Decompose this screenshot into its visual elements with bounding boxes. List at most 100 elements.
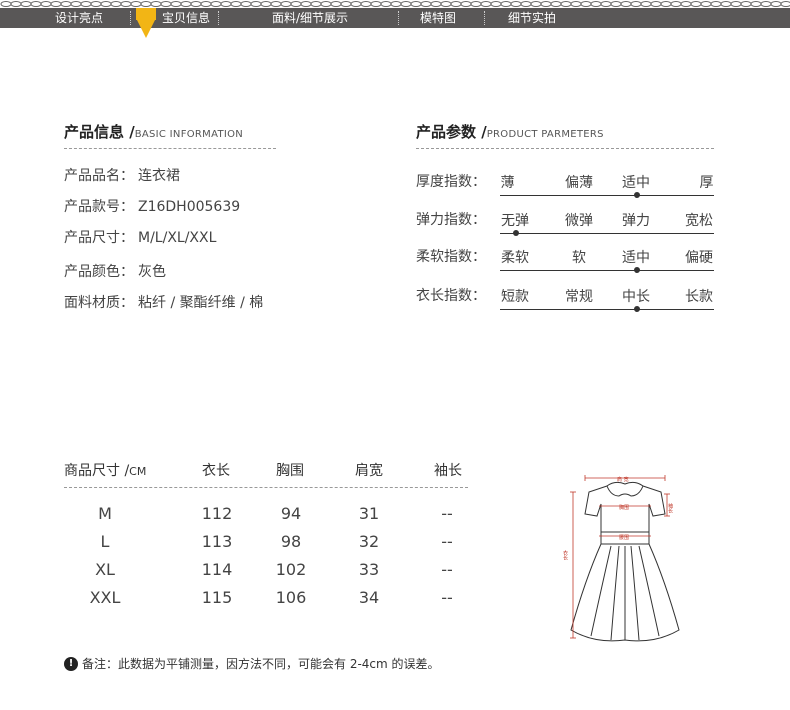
chain-link [770, 1, 782, 7]
chain-link [620, 1, 632, 7]
chain-link [630, 1, 642, 7]
chain-link [180, 1, 192, 7]
chain-link [610, 1, 622, 7]
size-value: 32 [358, 532, 380, 551]
param-label: 衣长指数： [416, 288, 486, 304]
chain-link [440, 1, 452, 7]
chain-link [740, 1, 752, 7]
param-scale-line [500, 270, 714, 271]
col-header-shoulder: 肩宽 [355, 463, 383, 479]
product-params-title: 产品参数 /PRODUCT PARMETERS [416, 123, 604, 141]
chain-link [660, 1, 672, 7]
chain-link [30, 1, 42, 7]
chain-link [730, 1, 742, 7]
size-value: 31 [358, 504, 380, 523]
nav-item-model[interactable]: 模特图 [420, 8, 456, 28]
chain-link [480, 1, 492, 7]
nav-item-product-info[interactable]: 宝贝信息 [162, 8, 210, 28]
param-option: 常规 [565, 289, 593, 305]
info-row-color: 产品颜色： 灰色 [64, 264, 166, 280]
param-scale-line [500, 195, 714, 196]
info-row-size: 产品尺寸： M/L/XL/XXL [64, 230, 217, 246]
chain-link [690, 1, 702, 7]
divider [64, 148, 276, 149]
chain-link [60, 1, 72, 7]
chain-link [0, 1, 12, 7]
chain-link [130, 1, 142, 7]
param-scale-line [500, 309, 714, 310]
nav-item-detail-photos[interactable]: 细节实拍 [508, 8, 556, 28]
chain-link [510, 1, 522, 7]
param-option: 长款 [685, 289, 713, 305]
param-option: 柔软 [501, 250, 529, 266]
size-value: 102 [275, 560, 307, 579]
param-selected-dot [634, 192, 640, 198]
chain-link [210, 1, 222, 7]
param-option: 弹力 [622, 213, 650, 229]
chain-link [430, 1, 442, 7]
chain-link [290, 1, 302, 7]
chain-link [520, 1, 532, 7]
size-value: 112 [201, 504, 233, 523]
chain-link [340, 1, 352, 7]
shoulder-label: 肩 宽 [617, 476, 629, 483]
chain-link [460, 1, 472, 7]
param-option: 偏薄 [565, 175, 593, 191]
param-option: 薄 [500, 175, 515, 191]
nav-item-design[interactable]: 设计亮点 [55, 8, 103, 28]
chain-link [170, 1, 182, 7]
chain-link [670, 1, 682, 7]
chain-link [580, 1, 592, 7]
chain-link [320, 1, 332, 7]
chain-link [650, 1, 662, 7]
size-label: XL [95, 560, 115, 579]
chain-link [250, 1, 262, 7]
chain-link [260, 1, 272, 7]
chain-link [350, 1, 362, 7]
chain-link [100, 1, 112, 7]
chain-border [0, 1, 790, 7]
chain-link [780, 1, 790, 7]
chain-link [370, 1, 382, 7]
chain-link [330, 1, 342, 7]
chain-link [680, 1, 692, 7]
chain-link [50, 1, 62, 7]
size-value: -- [441, 504, 453, 523]
chain-link [710, 1, 722, 7]
product-params-subtitle: PRODUCT PARMETERS [486, 129, 604, 140]
chain-link [450, 1, 462, 7]
chain-link [300, 1, 312, 7]
chain-link [90, 1, 102, 7]
chain-link [190, 1, 202, 7]
col-header-sleeve: 袖长 [434, 463, 462, 479]
chain-link [410, 1, 422, 7]
chain-link [490, 1, 502, 7]
note-text: 备注：此数据为平铺测量，因方法不同，可能会有 2-4cm 的误差。 [82, 657, 440, 671]
divider [416, 148, 714, 149]
param-selected-dot [513, 230, 519, 236]
chain-link [600, 1, 612, 7]
chain-link [280, 1, 292, 7]
size-value: 115 [201, 588, 233, 607]
size-value: -- [441, 532, 453, 551]
chain-link [310, 1, 322, 7]
nav-item-fabric[interactable]: 面料/细节展示 [272, 8, 348, 28]
param-option: 偏硬 [685, 250, 713, 266]
sleeve-label: 袖长 [667, 502, 673, 514]
chain-link [200, 1, 212, 7]
nav-active-arrow-icon [136, 18, 156, 38]
note: ! 备注：此数据为平铺测量，因方法不同，可能会有 2-4cm 的误差。 [64, 655, 440, 672]
size-label: XXL [89, 588, 121, 607]
param-selected-dot [634, 267, 640, 273]
chain-link [20, 1, 32, 7]
chain-link [80, 1, 92, 7]
nav-separator [484, 11, 485, 25]
size-unit: CM [129, 465, 147, 478]
info-row-sku: 产品款号： Z16DH005639 [64, 199, 241, 215]
chain-link [400, 1, 412, 7]
size-value: 113 [201, 532, 233, 551]
chain-link [560, 1, 572, 7]
chain-link [270, 1, 282, 7]
chain-link [120, 1, 132, 7]
chain-link [110, 1, 122, 7]
